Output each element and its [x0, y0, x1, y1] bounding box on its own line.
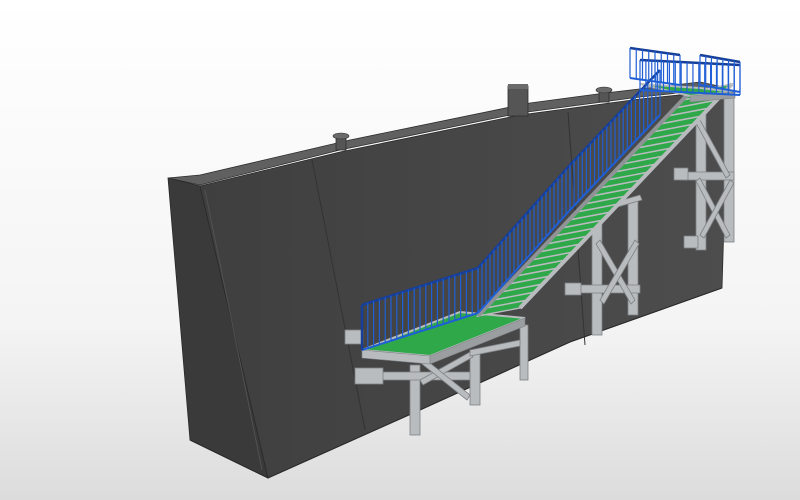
wall-bracket — [354, 367, 384, 385]
wall-bracket — [564, 282, 582, 296]
3d-model-viewport[interactable] — [0, 0, 800, 500]
wall-bracket — [344, 329, 364, 345]
staircase-3d-model — [0, 0, 800, 500]
vent-icon — [507, 84, 529, 117]
column — [519, 324, 529, 381]
wall-bracket — [673, 167, 689, 181]
column — [591, 219, 603, 336]
wall-bracket — [683, 235, 699, 249]
